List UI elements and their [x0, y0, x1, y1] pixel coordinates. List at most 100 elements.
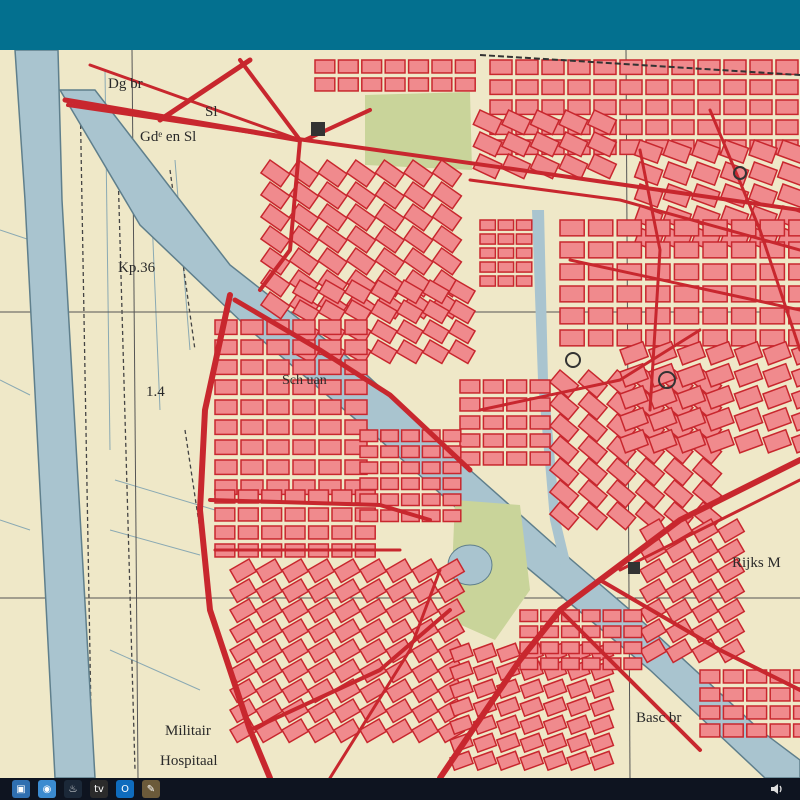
city-block [261, 525, 283, 540]
virtualbox-icon[interactable]: ▣ [12, 780, 30, 798]
city-block [344, 319, 368, 336]
label-rijks: Rijks M [732, 555, 781, 571]
city-block [240, 379, 264, 396]
city-block [421, 477, 441, 491]
lock-building [628, 562, 640, 574]
city-block [616, 285, 643, 303]
city-block [619, 99, 643, 116]
city-block [581, 609, 601, 623]
city-block [730, 307, 757, 325]
label-militair: Militair [165, 723, 211, 739]
city-block [559, 307, 585, 325]
city-block [587, 307, 614, 325]
city-block [380, 493, 400, 507]
city-block [587, 285, 614, 303]
city-block [380, 445, 400, 459]
city-block [619, 119, 643, 136]
city-block [515, 219, 533, 231]
city-block [587, 219, 614, 237]
city-block [384, 59, 406, 74]
city-block [559, 219, 585, 237]
city-block [442, 461, 462, 475]
city-block [645, 99, 669, 116]
city-block [587, 329, 614, 347]
city-block [671, 119, 695, 136]
city-block [769, 723, 791, 738]
city-block [400, 477, 420, 491]
city-block [697, 59, 721, 76]
city-block [602, 609, 622, 623]
city-block [344, 339, 368, 356]
city-block [482, 379, 504, 394]
city-block [541, 99, 565, 116]
city-block [792, 723, 800, 738]
city-block [581, 657, 601, 671]
label-hospitaal: Hospitaal [160, 753, 218, 769]
city-block [540, 657, 560, 671]
city-block [266, 459, 290, 476]
label-dg-br: Dg br [108, 76, 143, 92]
city-block [380, 477, 400, 491]
city-block [623, 609, 643, 623]
earth-icon[interactable]: ◉ [38, 780, 56, 798]
city-block [519, 625, 539, 639]
city-block [384, 77, 406, 92]
city-block [421, 493, 441, 507]
city-block [359, 477, 379, 491]
city-block [559, 263, 585, 281]
tv-icon[interactable]: tv [90, 780, 108, 798]
city-block [722, 687, 744, 702]
city-block [788, 285, 800, 303]
city-block [619, 59, 643, 76]
city-block [489, 79, 513, 96]
city-block [529, 415, 551, 430]
city-block [515, 99, 539, 116]
city-block [318, 399, 342, 416]
city-block [214, 459, 238, 476]
city-block [237, 507, 259, 522]
city-block [400, 445, 420, 459]
city-block [442, 477, 462, 491]
city-block [723, 79, 747, 96]
city-block [673, 241, 700, 259]
historical-map[interactable]: Dg br Sl Gdᵉ en Sl Kp.36 1.4 Sch uan Rij… [0, 50, 800, 778]
city-block [567, 79, 591, 96]
city-block [361, 59, 383, 74]
map-view[interactable]: Dg br Sl Gdᵉ en Sl Kp.36 1.4 Sch uan Rij… [0, 50, 800, 778]
taskbar: ▣ ◉ ♨ tv O ✎ [0, 778, 800, 800]
city-block [400, 461, 420, 475]
city-block [616, 219, 643, 237]
city-block [442, 429, 462, 443]
city-block [442, 493, 462, 507]
city-block [515, 59, 539, 76]
city-block [318, 459, 342, 476]
city-block [515, 275, 533, 287]
city-block [214, 399, 238, 416]
city-block [344, 379, 368, 396]
city-block [479, 219, 497, 231]
city-block [529, 451, 551, 466]
city-block [337, 77, 359, 92]
city-block [240, 399, 264, 416]
city-block [645, 79, 669, 96]
gimp-icon[interactable]: ✎ [142, 780, 160, 798]
city-block [431, 77, 453, 92]
city-block [214, 419, 238, 436]
city-block [497, 233, 515, 245]
city-block [361, 77, 383, 92]
speaker-icon[interactable] [768, 781, 786, 797]
city-block [292, 419, 316, 436]
city-block [619, 79, 643, 96]
city-block [560, 657, 580, 671]
city-block [616, 307, 643, 325]
city-block [442, 509, 462, 523]
city-block [699, 705, 721, 720]
city-block [671, 99, 695, 116]
steam-icon[interactable]: ♨ [64, 780, 82, 798]
city-block [560, 641, 580, 655]
city-block [497, 275, 515, 287]
city-block [489, 59, 513, 76]
outlook-icon[interactable]: O [116, 780, 134, 798]
city-block [792, 669, 800, 684]
city-block [749, 99, 773, 116]
